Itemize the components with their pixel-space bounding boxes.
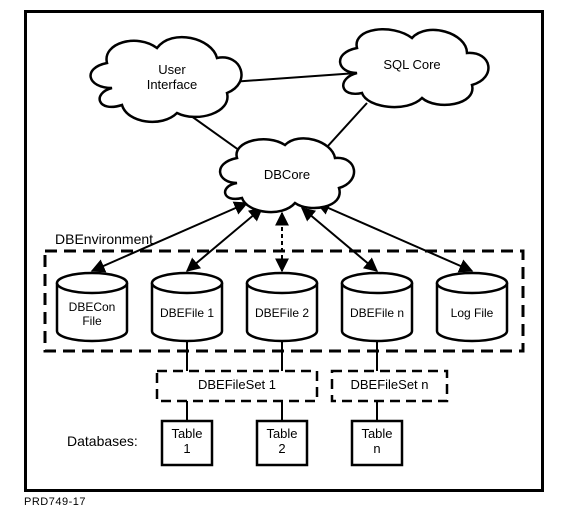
outer-border: User Interface SQL Core DBCore DBEnviron… [24,10,544,492]
reference-code: PRD749-17 [24,496,86,508]
label-databases: Databases: [67,433,138,449]
label-dbcore: DBCore [247,168,327,183]
label-tablen: Table n [352,427,402,457]
label-table1: Table 1 [162,427,212,457]
label-cyl-logfile: Log File [437,307,507,321]
label-filesetn: DBEFileSet n [337,378,442,393]
label-cyl-dbecon: DBECon File [57,301,127,329]
label-table2: Table 2 [257,427,307,457]
label-cyl-dbefile2: DBEFile 2 [247,307,317,321]
label-sql-core: SQL Core [372,58,452,73]
diagram-svg [27,13,541,489]
label-user-interface: User Interface [132,63,212,93]
label-cyl-dbefile1: DBEFile 1 [152,307,222,321]
label-dbenvironment: DBEnvironment [55,231,153,247]
diagram-frame: User Interface SQL Core DBCore DBEnviron… [0,0,572,521]
label-cyl-dbefilen: DBEFile n [342,307,412,321]
label-fileset1: DBEFileSet 1 [167,378,307,393]
